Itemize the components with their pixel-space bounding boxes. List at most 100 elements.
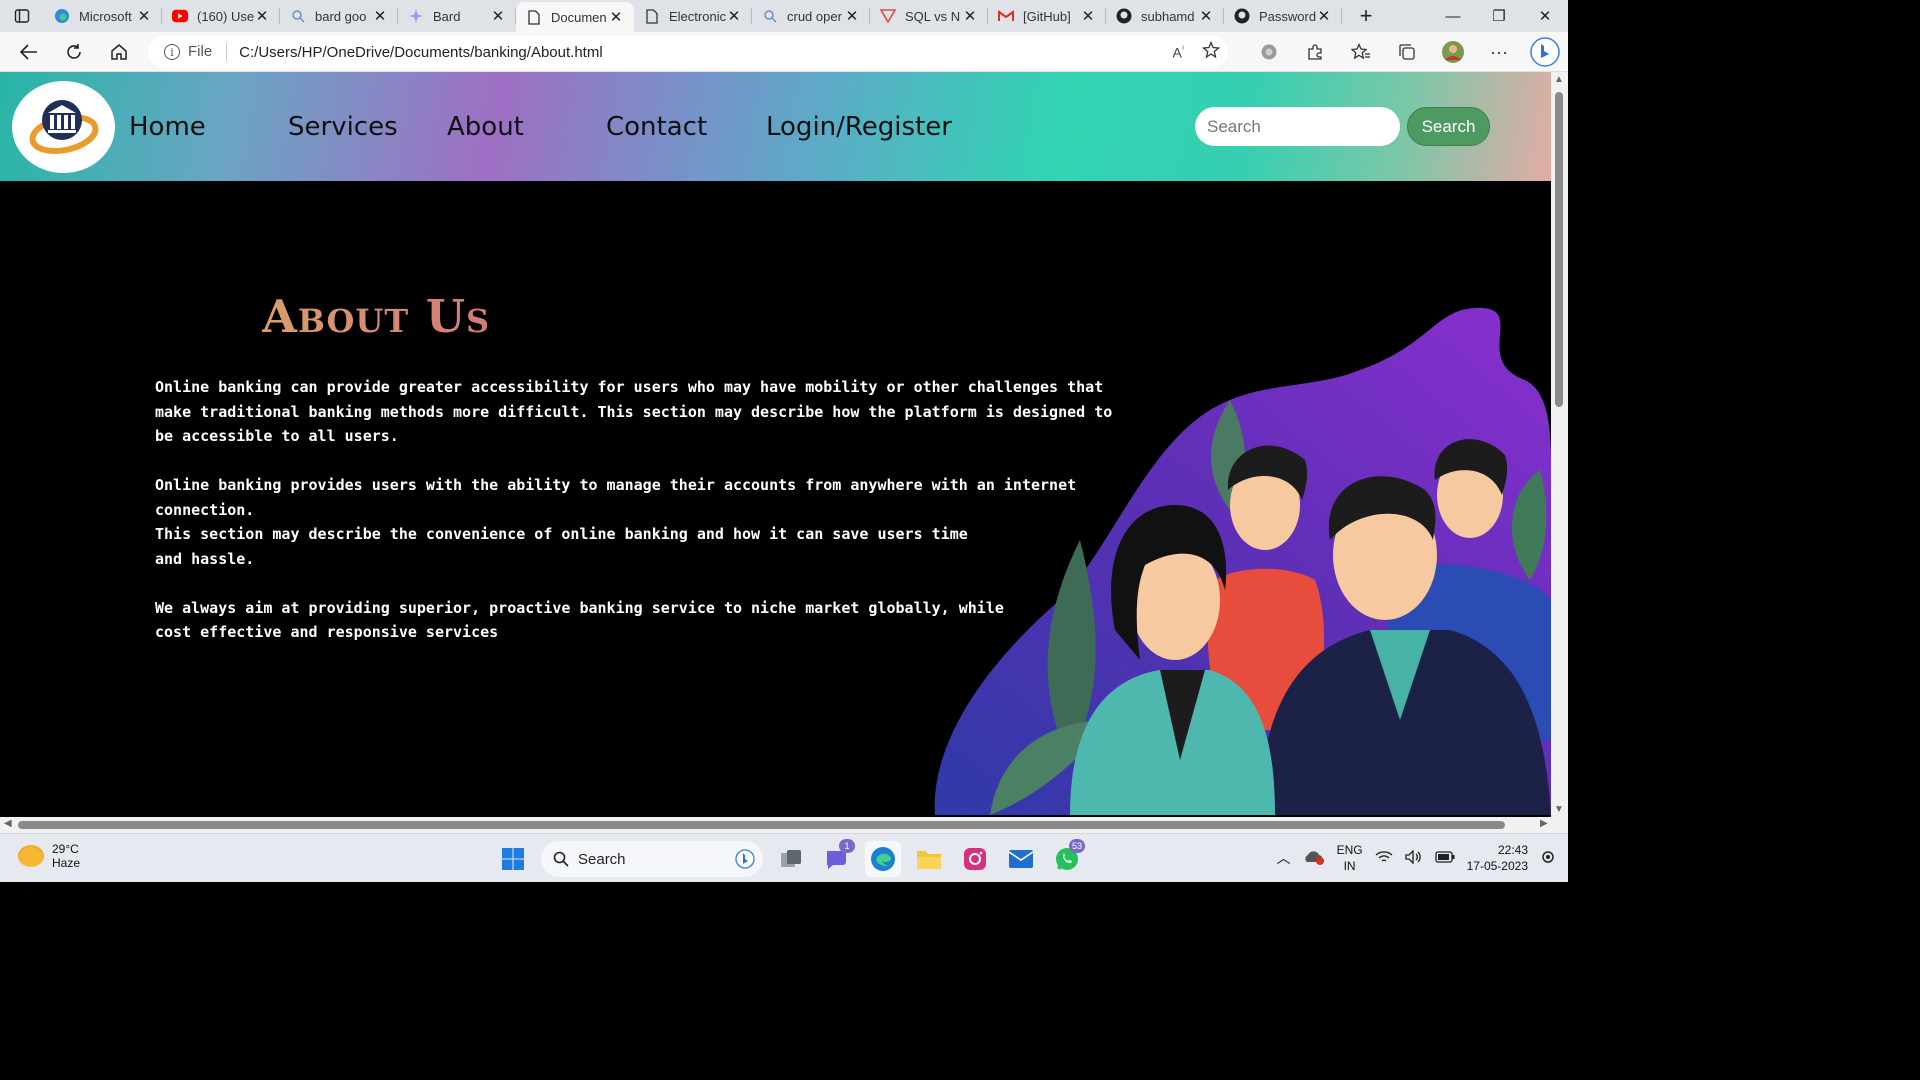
browser-tab[interactable]: SQL vs N ✕: [870, 0, 988, 32]
profile-avatar[interactable]: [1430, 32, 1476, 72]
site-search-input[interactable]: [1195, 107, 1400, 146]
team-illustration: [934, 307, 1551, 815]
read-aloud-icon[interactable]: A⁾: [1172, 44, 1184, 61]
about-line: This section may describe the convenienc…: [155, 525, 968, 543]
browser-tab-active[interactable]: Documen ✕: [516, 2, 634, 32]
battery-icon[interactable]: [1434, 850, 1455, 866]
minimize-icon[interactable]: —: [1430, 0, 1476, 32]
youtube-icon: [172, 8, 188, 24]
horizontal-scrollbar[interactable]: ◀ ▶: [0, 817, 1568, 833]
clock-time: 22:43: [1497, 843, 1528, 857]
browser-tab[interactable]: Bard ✕: [398, 0, 516, 32]
bing-chat-icon[interactable]: [1522, 32, 1568, 72]
github-icon: [1234, 8, 1250, 24]
tab-title: (160) Use: [197, 8, 254, 24]
horizontal-scroll-thumb[interactable]: [18, 821, 1505, 829]
nav-contact-link[interactable]: Contact: [606, 112, 707, 142]
language-code: ENG: [1336, 843, 1363, 857]
refresh-button[interactable]: [51, 32, 96, 72]
browser-toolbar-right: ···: [1246, 32, 1568, 72]
browser-tab[interactable]: Electronic ✕: [634, 0, 752, 32]
nav-login-register-link[interactable]: Login/Register: [766, 112, 952, 142]
onedrive-icon[interactable]: [1303, 849, 1325, 868]
weather-temperature: 29°C: [52, 842, 79, 856]
site-info-icon[interactable]: i: [164, 44, 180, 60]
browser-tab[interactable]: crud oper ✕: [752, 0, 870, 32]
close-tab-icon[interactable]: ✕: [490, 7, 506, 25]
close-tab-icon[interactable]: ✕: [136, 7, 152, 25]
weather-widget[interactable]: 29°C Haze: [18, 842, 80, 870]
whatsapp-icon[interactable]: 53: [1049, 839, 1085, 877]
close-tab-icon[interactable]: ✕: [372, 7, 388, 25]
tab-title: crud oper: [787, 8, 842, 24]
notification-settings-icon[interactable]: [1540, 849, 1556, 868]
teams-chat-icon[interactable]: 1: [819, 839, 855, 877]
copilot-extension-icon[interactable]: [1246, 32, 1292, 72]
collections-icon[interactable]: [1384, 32, 1430, 72]
extensions-icon[interactable]: [1292, 32, 1338, 72]
scroll-down-arrow-icon[interactable]: ▼: [1554, 804, 1564, 815]
whatsapp-badge: 53: [1068, 839, 1085, 853]
edge-browser-icon[interactable]: [865, 841, 901, 877]
site-search-button[interactable]: Search: [1407, 107, 1490, 146]
language-indicator[interactable]: ENG IN: [1337, 842, 1363, 874]
scroll-right-arrow-icon[interactable]: ▶: [1540, 818, 1548, 829]
vertical-scroll-thumb[interactable]: [1555, 92, 1563, 407]
url-scheme-label: File: [188, 43, 228, 61]
nav-services-link[interactable]: Services: [288, 112, 398, 142]
add-favorite-icon[interactable]: [1201, 40, 1221, 63]
browser-tab[interactable]: [GitHub] ✕: [988, 0, 1106, 32]
site-header: Home Services About Contact Login/Regist…: [0, 72, 1551, 181]
document-icon: [644, 8, 660, 24]
scroll-up-arrow-icon[interactable]: ▲: [1554, 74, 1564, 85]
browser-tab[interactable]: Password ✕: [1224, 0, 1342, 32]
close-tab-icon[interactable]: ✕: [1316, 7, 1332, 25]
scroll-left-arrow-icon[interactable]: ◀: [4, 818, 12, 829]
document-icon: [526, 9, 542, 25]
browser-tab[interactable]: Microsoft ✕: [44, 0, 162, 32]
close-tab-icon[interactable]: ✕: [1080, 7, 1096, 25]
close-window-icon[interactable]: ✕: [1522, 0, 1568, 32]
windows-start-icon[interactable]: [495, 841, 531, 877]
more-options-icon[interactable]: ···: [1476, 32, 1522, 72]
tab-title: Bard: [433, 8, 461, 24]
browser-tab[interactable]: bard goo ✕: [280, 0, 398, 32]
task-view-icon[interactable]: [773, 841, 809, 877]
close-tab-icon[interactable]: ✕: [962, 7, 978, 25]
home-button[interactable]: [96, 32, 141, 72]
wifi-icon[interactable]: [1375, 850, 1393, 867]
about-line: cost effective and responsive services: [155, 623, 499, 641]
restore-icon[interactable]: ❐: [1476, 0, 1522, 32]
new-tab-button[interactable]: +: [1346, 3, 1386, 29]
bank-logo[interactable]: [12, 81, 115, 173]
back-button[interactable]: [6, 32, 51, 72]
close-tab-icon[interactable]: ✕: [844, 7, 860, 25]
tab-actions-menu-icon[interactable]: [0, 0, 44, 32]
favorites-icon[interactable]: [1338, 32, 1384, 72]
windows-taskbar: 29°C Haze Search 1 53 ︿ ENG IN 22:43 17-…: [0, 833, 1568, 882]
taskbar-search-box[interactable]: Search: [541, 841, 763, 877]
about-line: and hassle.: [155, 549, 255, 568]
nav-home-link[interactable]: Home: [129, 112, 206, 142]
mail-icon[interactable]: [1003, 841, 1039, 877]
close-tab-icon[interactable]: ✕: [726, 7, 742, 25]
github-icon: [1116, 8, 1132, 24]
tab-title: subhamd: [1141, 8, 1195, 24]
chevron-up-icon[interactable]: ︿: [1277, 848, 1291, 868]
system-clock[interactable]: 22:43 17-05-2023: [1467, 842, 1528, 874]
browser-tab[interactable]: (160) Use ✕: [162, 0, 280, 32]
nav-about-link[interactable]: About: [447, 112, 524, 142]
close-tab-icon[interactable]: ✕: [254, 7, 270, 25]
file-explorer-icon[interactable]: [911, 841, 947, 877]
close-tab-icon[interactable]: ✕: [608, 8, 624, 26]
vertical-scrollbar[interactable]: ▲ ▼: [1551, 72, 1568, 817]
instagram-icon[interactable]: [957, 841, 993, 877]
address-bar[interactable]: i File C:/Users/HP/OneDrive/Documents/ba…: [148, 36, 1228, 68]
url-text[interactable]: C:/Users/HP/OneDrive/Documents/banking/A…: [239, 44, 602, 61]
close-tab-icon[interactable]: ✕: [1198, 7, 1214, 25]
search-icon: [762, 8, 778, 24]
browser-tab[interactable]: subhamd ✕: [1106, 0, 1224, 32]
tab-title: SQL vs N: [905, 8, 961, 24]
about-line: We always aim at providing superior, pro…: [155, 598, 1004, 617]
volume-icon[interactable]: [1404, 848, 1423, 867]
